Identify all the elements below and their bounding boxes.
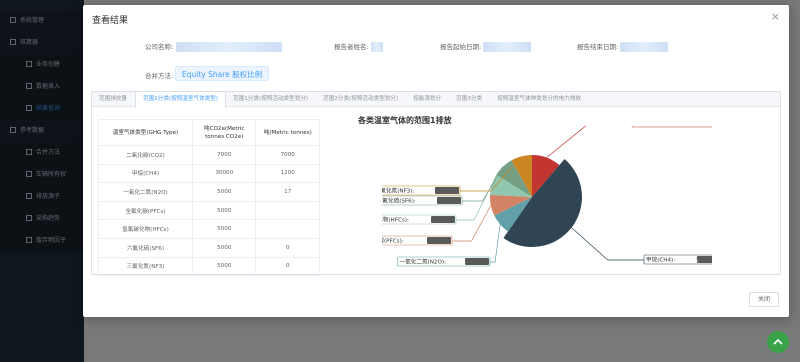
table-cell: 二氧化碳(CO2) — [98, 145, 193, 165]
percent-badge — [696, 256, 712, 263]
column-header: 吨(Metric tonnes) — [255, 119, 320, 146]
start-date-value-redacted — [483, 42, 531, 52]
table-cell: 5000 — [192, 238, 257, 258]
label-leader-line — [571, 227, 644, 261]
table-row: 全氟化碳(PFCs) 5000 — [98, 201, 320, 221]
percent-badge — [465, 258, 489, 265]
close-icon[interactable]: × — [771, 10, 780, 23]
slice-label: 甲烷(CH4): 48.39% — [646, 256, 698, 264]
table-cell: 0 — [255, 238, 320, 258]
slice-label: 氢氟碳化物(HFCs): 8.06% — [382, 216, 428, 224]
slice-label: 全氟化碳(PFCs): 8.07% — [382, 237, 423, 245]
table-cell: 7000 — [192, 145, 257, 165]
table-cell: 全氟化碳(PFCs) — [98, 201, 193, 221]
slice-label: 六氟化硫(SF6): 8.06% — [382, 197, 435, 205]
close-button[interactable]: 关闭 — [749, 292, 779, 307]
chevron-up-icon — [773, 338, 783, 345]
label-leader-line — [490, 224, 501, 263]
table-row: 三氟化氮(NF3) 5000 0 — [98, 257, 320, 277]
table-cell: 三氟化氮(NF3) — [98, 257, 193, 277]
table-cell: 甲烷(CH4) — [98, 164, 193, 184]
table-cell: 7000 — [255, 145, 320, 165]
column-header: 吨CO2e(Metric tonnes CO2e) — [192, 119, 257, 146]
ghg-table: 温室气体类型(GHG Type) 吨CO2e(Metric tonnes CO2e… — [98, 119, 320, 277]
table-row: 六氟化硫(SF6) 5000 0 — [98, 238, 320, 258]
tab[interactable]: 范围排放量 — [92, 92, 135, 107]
table-cell: 一氧化二氮(N2O) — [98, 182, 193, 202]
tabs-bar: 范围排放量 范围1分类(按照温室气体类型) 范围1分类(按照活动类型划分) 范围2分类… — [92, 92, 780, 108]
scroll-top-button[interactable] — [767, 331, 789, 353]
reporter-label: 报告者姓名: — [334, 43, 369, 51]
start-date-label: 报告起始日期: — [440, 43, 482, 51]
table-row: 二氧化碳(CO2) 7000 7000 — [98, 145, 320, 165]
table-cell: 氢氟碳化物(HFCs) — [98, 219, 193, 239]
dialog-title: 查看结果 — [92, 16, 129, 26]
table-row: 一氧化二氮(N2O) 5000 17 — [98, 182, 320, 202]
percent-badge — [435, 187, 459, 194]
reporter-value-redacted — [371, 42, 383, 52]
table-cell: 六氟化硫(SF6) — [98, 238, 193, 258]
tab[interactable]: 按能源划分 — [406, 92, 449, 107]
end-date-value-redacted — [620, 42, 668, 52]
table-cell: 5000 — [192, 219, 257, 239]
tab[interactable]: 范围1分类(按照活动类型划分) — [226, 92, 316, 107]
tabs-container: 范围排放量 范围1分类(按照温室气体类型) 范围1分类(按照活动类型划分) 范围2分类… — [91, 91, 781, 277]
percent-badge — [437, 197, 461, 204]
result-dialog: 查看结果 × 公司名称: 报告者姓名: 报告起始日期: 报告结束日期: 合并方法… — [83, 5, 789, 317]
chart-title: 各类温室气体的范围1排放 — [358, 116, 452, 125]
company-value-redacted — [176, 42, 282, 52]
slice-label: 二氧化碳(CO2): 11.29% — [634, 126, 698, 127]
table-header-row: 温室气体类型(GHG Type) 吨CO2e(Metric tonnes CO2e… — [98, 119, 320, 146]
merge-method-label: 合并方法: — [145, 72, 174, 80]
label-leader-line — [452, 205, 492, 242]
table-cell: 5000 — [192, 257, 257, 277]
table-cell: 5000 — [192, 182, 257, 202]
table-cell — [255, 201, 320, 221]
table-body: 二氧化碳(CO2) 7000 7000 甲烷(CH4) 30000 1200 一氧化二氮(N… — [98, 145, 320, 277]
percent-badge — [427, 237, 451, 244]
table-cell: 17 — [255, 182, 320, 202]
table-row: 氢氟碳化物(HFCs) 5000 — [98, 219, 320, 239]
table-cell — [255, 219, 320, 239]
percent-badge — [431, 216, 455, 223]
merge-method-tag: Equity Share 股权比例 — [175, 66, 270, 81]
tab[interactable]: 范围3分类 — [449, 92, 490, 107]
company-label: 公司名称: — [145, 43, 174, 51]
tab[interactable]: 按照温室气体种类划分的电力排放 — [490, 92, 589, 107]
table-cell: 1200 — [255, 164, 320, 184]
slice-label: 一氧化二氮(N2O): 8.07% — [400, 258, 466, 266]
label-leader-line — [546, 126, 587, 158]
table-cell: 5000 — [192, 201, 257, 221]
slice-label: 三氟化氮(NF3): 8.06% — [382, 187, 434, 195]
tab[interactable]: 范围2分类(按照活动类型划分) — [316, 92, 406, 107]
end-date-label: 报告结束日期: — [577, 43, 619, 51]
table-cell: 30000 — [192, 164, 257, 184]
column-header: 温室气体类型(GHG Type) — [98, 119, 193, 146]
table-cell: 0 — [255, 257, 320, 277]
table-row: 甲烷(CH4) 30000 1200 — [98, 164, 320, 184]
tab[interactable]: 范围1分类(按照温室气体类型) — [134, 92, 227, 108]
pie-chart: 二氧化碳(CO2): 11.29% 甲烷(CH4): 48.39% 一氧化二氮(N2… — [382, 126, 712, 267]
